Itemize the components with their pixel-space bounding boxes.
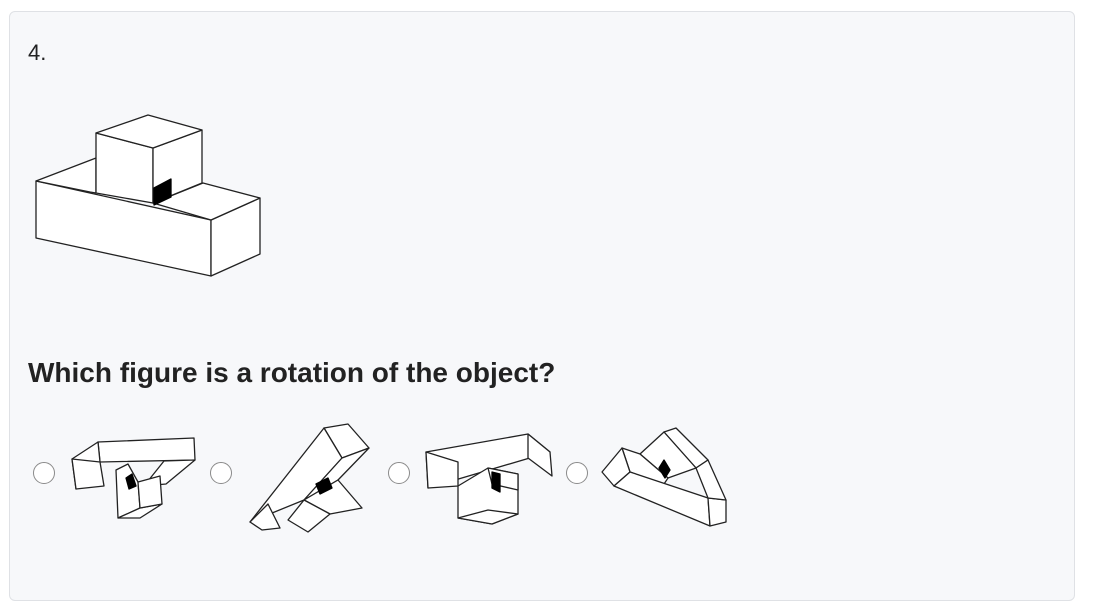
option-2-figure: [249, 423, 370, 533]
question-prompt: Which figure is a rotation of the object…: [28, 357, 556, 388]
option-3-figure: [425, 433, 553, 525]
option-4-radio[interactable]: [566, 462, 588, 484]
option-1-figure: [71, 437, 196, 519]
option-2-radio[interactable]: [210, 462, 232, 484]
option-4-figure: [601, 427, 727, 527]
question-number: 4.: [28, 40, 47, 65]
option-1-radio[interactable]: [33, 462, 55, 484]
option-3-radio[interactable]: [388, 462, 410, 484]
object-figure: [35, 114, 261, 277]
